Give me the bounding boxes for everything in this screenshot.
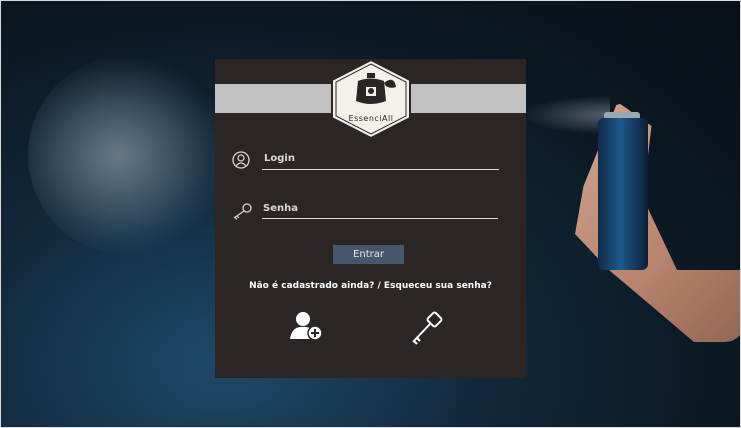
logo-badge: EssenciAll <box>330 58 412 140</box>
login-label: Login <box>264 153 295 164</box>
spray-jet <box>520 95 610 135</box>
spray-mist <box>28 55 228 255</box>
password-key-icon <box>231 202 253 224</box>
perfume-bottle-image <box>598 118 648 270</box>
logo-text: EssenciAll <box>348 114 394 123</box>
password-label: Senha <box>263 203 298 214</box>
login-panel: EssenciAll Login Senha Entrar Não é cada… <box>215 58 526 378</box>
forgot-password-key-icon[interactable] <box>409 311 445 351</box>
user-circle-icon <box>231 151 251 173</box>
enter-button[interactable]: Entrar <box>333 245 404 264</box>
logo-hexagon <box>331 58 411 140</box>
password-input[interactable] <box>262 218 498 219</box>
add-user-icon[interactable] <box>289 310 325 346</box>
login-input[interactable] <box>262 169 499 170</box>
register-forgot-links[interactable]: Não é cadastrado ainda? / Esqueceu sua s… <box>215 281 526 291</box>
